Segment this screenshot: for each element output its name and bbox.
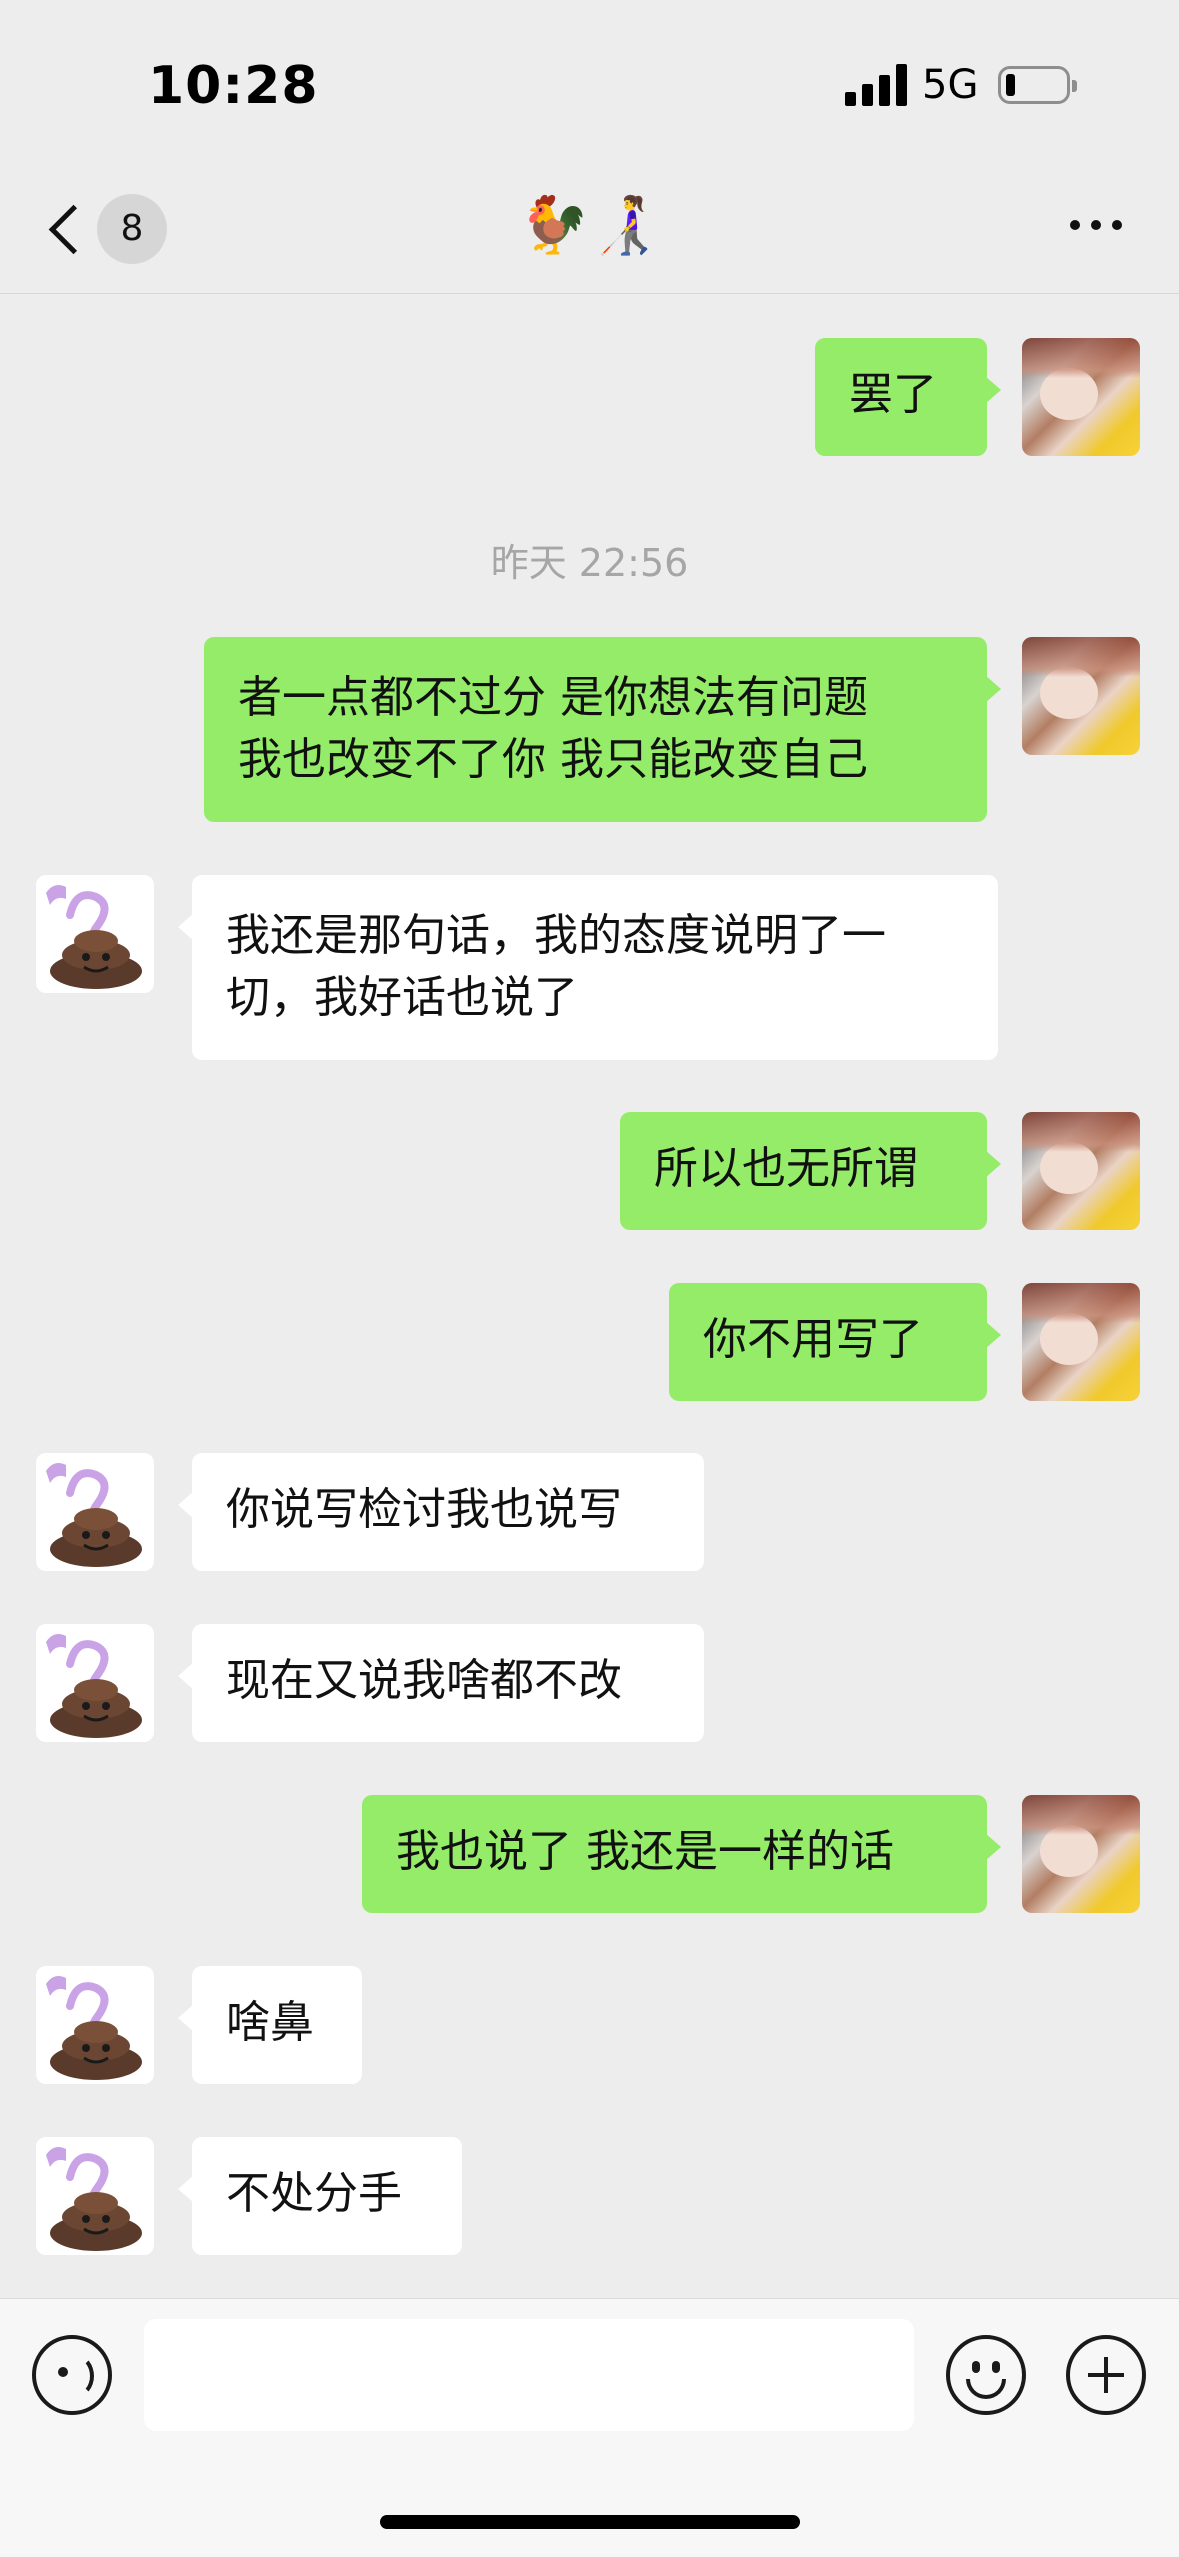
friend-message[interactable]: 啥鼻 — [178, 1966, 362, 2084]
friend-message[interactable]: 你说写检讨我也说写 — [178, 1453, 704, 1571]
status-bar: 10:28 5G — [0, 0, 1179, 170]
timestamp: 昨天 22:56 — [490, 541, 689, 585]
voice-icon[interactable] — [32, 2335, 112, 2415]
my-avatar[interactable] — [1022, 1112, 1140, 1230]
network-label: 5G — [922, 62, 979, 108]
my-message[interactable]: 我也说了 我还是一样的话 — [362, 1795, 1001, 1913]
friend-avatar[interactable] — [36, 1624, 154, 1742]
friend-avatar[interactable] — [36, 875, 154, 993]
signal-icon — [845, 64, 907, 106]
friend-avatar[interactable] — [36, 1966, 154, 2084]
my-message[interactable]: 你不用写了 — [669, 1283, 1001, 1401]
clock: 10:28 — [148, 56, 319, 116]
more-dots-icon[interactable] — [1070, 220, 1122, 236]
my-message[interactable]: 者一点都不过分 是你想法有问题 我也改变不了你 我只能改变自己 — [204, 637, 1001, 822]
my-avatar[interactable] — [1022, 1795, 1140, 1913]
my-avatar[interactable] — [1022, 338, 1140, 456]
my-message[interactable]: 罢了 — [815, 338, 1001, 456]
battery-icon — [998, 66, 1077, 104]
chat-title: 🐓👩‍🦯 — [519, 193, 660, 258]
message-input[interactable] — [144, 2319, 914, 2431]
chat-header: 8 🐓👩‍🦯 — [0, 170, 1179, 294]
friend-avatar[interactable] — [36, 1453, 154, 1571]
my-avatar[interactable] — [1022, 1283, 1140, 1401]
my-message[interactable]: 所以也无所谓 — [620, 1112, 1001, 1230]
input-bar — [0, 2298, 1179, 2557]
home-indicator — [380, 2515, 800, 2529]
friend-avatar[interactable] — [36, 2137, 154, 2255]
friend-message[interactable]: 不处分手 — [178, 2137, 462, 2255]
emoji-icon[interactable] — [946, 2335, 1026, 2415]
plus-icon[interactable] — [1066, 2335, 1146, 2415]
friend-message[interactable]: 我还是那句话，我的态度说明了一 切，我好话也说了 — [178, 875, 998, 1060]
my-avatar[interactable] — [1022, 637, 1140, 755]
friend-message[interactable]: 现在又说我啥都不改 — [178, 1624, 704, 1742]
